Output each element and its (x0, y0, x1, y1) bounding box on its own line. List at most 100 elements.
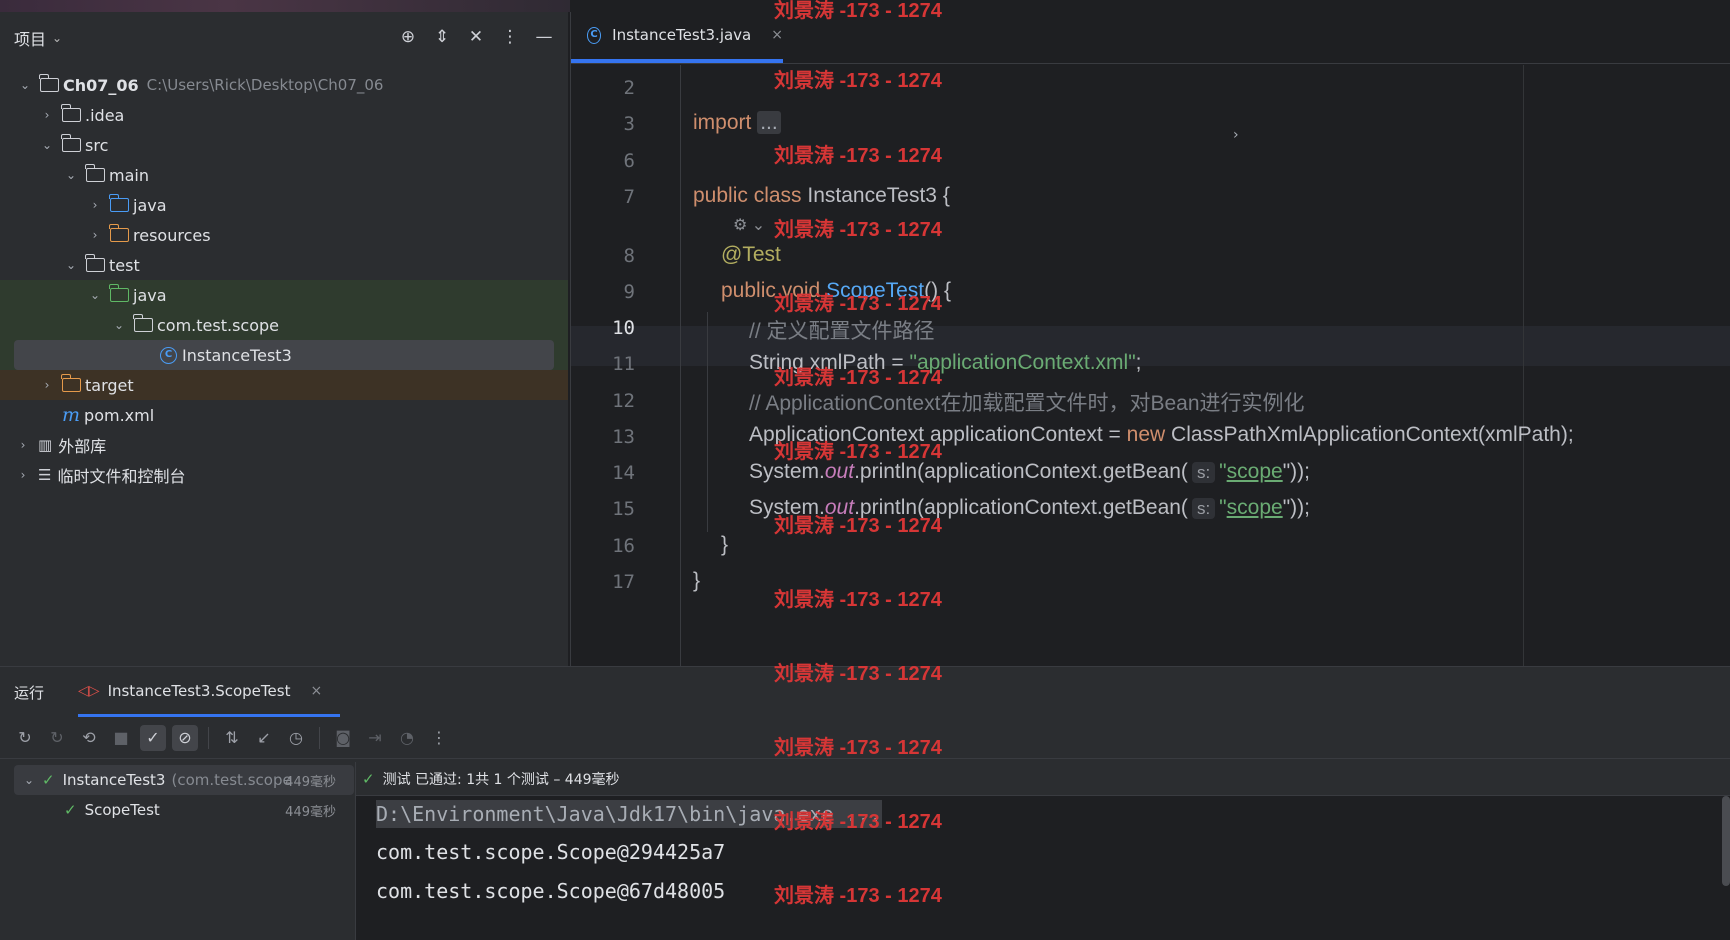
chevron-down-icon[interactable]: ⌄ (86, 288, 104, 302)
chevron-down-icon[interactable]: ⌄ (752, 217, 765, 234)
tree-item-scratches[interactable]: › ☰ 临时文件和控制台 (0, 460, 568, 490)
show-ignored-icon[interactable]: ⊘ (172, 724, 198, 751)
code-area[interactable]: import ... public class InstanceTest3 { … (681, 65, 1730, 666)
tab-run-config[interactable]: ◁▷ InstanceTest3.ScopeTest × (78, 667, 341, 717)
rerun-icon[interactable]: ↻ (12, 725, 38, 751)
code-text: } (693, 569, 701, 592)
collapse-all-icon[interactable]: ✕ (466, 26, 486, 48)
line-number: 2 (623, 77, 635, 99)
run-tabbar: 运行 ◁▷ InstanceTest3.ScopeTest × (0, 667, 1730, 717)
code-text: ClassPathXmlApplicationContext(xmlPath); (1165, 423, 1574, 446)
tree-item-project-root[interactable]: ⌄ Ch07_06 C:\Users\Rick\Desktop\Ch07_06 (0, 70, 568, 100)
coverage-icon[interactable]: ◔ (394, 725, 420, 751)
chevron-down-icon[interactable]: ⌄ (38, 138, 56, 152)
code-line-9: public void ScopeTest() { (721, 279, 951, 303)
tree-item-label: com.test.scope (157, 315, 279, 335)
sort-icon[interactable]: ⇅ (219, 725, 245, 751)
code-text: .println(applicationContext.getBean( (854, 496, 1188, 519)
run-toolbar: ↻ ↻ ⟲ ■ ✓ ⊘ ⇅ ↙ ◷ ◙ ⇥ ◔ ⋮ (0, 717, 1730, 759)
line-number: 13 (612, 426, 635, 448)
tree-item-external-libraries[interactable]: › ▥ 外部库 (0, 430, 568, 460)
chevron-right-icon[interactable]: › (86, 228, 104, 242)
chevron-down-icon[interactable]: ⌄ (62, 168, 80, 182)
import-tests-icon[interactable]: ↙ (251, 725, 277, 751)
console-scrollbar[interactable] (1722, 796, 1730, 886)
project-path: C:\Users\Rick\Desktop\Ch07_06 (146, 76, 384, 94)
test-case-row[interactable]: ✓ ScopeTest 449毫秒 (0, 795, 354, 825)
run-gutter-icon[interactable]: ⚙ (733, 217, 747, 234)
line-number: 6 (623, 150, 635, 172)
method-name: ScopeTest (826, 279, 925, 302)
string-literal: "applicationContext.xml" (909, 351, 1136, 374)
tab-instancetest3[interactable]: C InstanceTest3.java × (571, 11, 783, 63)
console-command[interactable]: D:\Environment\Java\Jdk17\bin\java.exe .… (376, 800, 882, 828)
stop-icon[interactable]: ■ (108, 725, 134, 751)
tree-item-package[interactable]: ⌄ com.test.scope (0, 310, 568, 340)
bean-name-link[interactable]: scope (1227, 460, 1283, 483)
chevron-down-icon[interactable]: ⌄ (16, 78, 34, 92)
show-passed-icon[interactable]: ✓ (140, 724, 166, 751)
code-text: .println(applicationContext.getBean( (854, 460, 1188, 483)
keyword: public void (721, 279, 821, 302)
tree-item-instancetest3[interactable]: C InstanceTest3 (14, 340, 554, 370)
more-icon[interactable]: ⋮ (426, 725, 452, 751)
maven-icon: m (62, 404, 81, 426)
keyword: new (1126, 423, 1166, 446)
tree-item-src[interactable]: ⌄ src (0, 130, 568, 160)
tree-item-label: .idea (85, 105, 125, 125)
tab-label: InstanceTest3.java (612, 26, 752, 44)
camera-icon[interactable]: ◙ (330, 725, 356, 751)
tree-item-idea[interactable]: › .idea (0, 100, 568, 130)
chevron-down-icon[interactable]: ⌄ (52, 31, 62, 45)
console-output[interactable]: D:\Environment\Java\Jdk17\bin\java.exe .… (356, 796, 1730, 940)
code-line-17: } (693, 569, 700, 593)
line-number: 3 (623, 113, 635, 135)
history-icon[interactable]: ◷ (283, 725, 309, 751)
line-number: 7 (623, 186, 635, 208)
test-suite-name: InstanceTest3 (62, 771, 166, 789)
code-text: String xmlPath = (749, 351, 910, 374)
line-number: 12 (612, 390, 635, 412)
toggle-auto-test-icon[interactable]: ⟲ (76, 725, 102, 751)
test-suite-row[interactable]: ⌄ ✓ InstanceTest3 (com.test.scope 449毫秒 (14, 765, 354, 795)
tree-item-label: java (133, 195, 167, 215)
chevron-down-icon[interactable]: ⌄ (110, 318, 128, 332)
code-text: ")); (1282, 460, 1310, 483)
string-quote: " (1219, 460, 1227, 483)
project-panel: 项目 ⌄ ⊕ ⇕ ✕ ⋮ — ⌄ Ch07_06 C:\Users\Rick\D… (0, 12, 568, 666)
code-text: ; (1135, 351, 1142, 374)
project-title[interactable]: 项目 (14, 26, 46, 50)
close-icon[interactable]: × (310, 683, 322, 699)
tree-item-test-java[interactable]: ⌄ java (0, 280, 568, 310)
tree-item-test[interactable]: ⌄ test (0, 250, 568, 280)
chevron-right-icon[interactable]: › (86, 198, 104, 212)
chevron-down-icon[interactable]: ⌄ (20, 773, 38, 787)
code-line-3: import ... (693, 111, 781, 135)
project-panel-header: 项目 ⌄ ⊕ ⇕ ✕ ⋮ — (0, 12, 568, 64)
tree-item-pom[interactable]: m pom.xml (0, 400, 568, 430)
chevron-right-icon[interactable]: › (14, 468, 32, 482)
tree-item-resources[interactable]: › resources (0, 220, 568, 250)
rerun-failed-icon[interactable]: ↻ (44, 725, 70, 751)
chevron-right-icon[interactable]: › (38, 378, 56, 392)
export-icon[interactable]: ⇥ (362, 725, 388, 751)
inlay-run-hint[interactable]: ⚙ ⌄ (733, 215, 765, 235)
tree-item-target[interactable]: › target (0, 370, 568, 400)
options-icon[interactable]: ⋮ (500, 26, 520, 48)
tree-item-main[interactable]: ⌄ main (0, 160, 568, 190)
minimize-icon[interactable]: — (534, 26, 554, 48)
tree-item-main-java[interactable]: › java (0, 190, 568, 220)
locate-icon[interactable]: ⊕ (398, 26, 418, 48)
close-icon[interactable]: × (771, 27, 783, 43)
chevron-right-icon[interactable]: › (14, 438, 32, 452)
expand-all-icon[interactable]: ⇕ (432, 26, 452, 48)
code-line-10: // 定义配置文件路径 (749, 315, 935, 345)
chevron-right-icon[interactable]: › (38, 108, 56, 122)
title-strip (0, 0, 570, 12)
chevron-down-icon[interactable]: ⌄ (62, 258, 80, 272)
folded-imports[interactable]: ... (757, 111, 781, 134)
code-line-13: ApplicationContext applicationContext = … (749, 423, 1574, 447)
class-icon: C (587, 26, 602, 44)
comment: // ApplicationContext在加载配置文件时，对Bean进行实例化 (749, 392, 1305, 415)
bean-name-link[interactable]: scope (1227, 496, 1283, 519)
